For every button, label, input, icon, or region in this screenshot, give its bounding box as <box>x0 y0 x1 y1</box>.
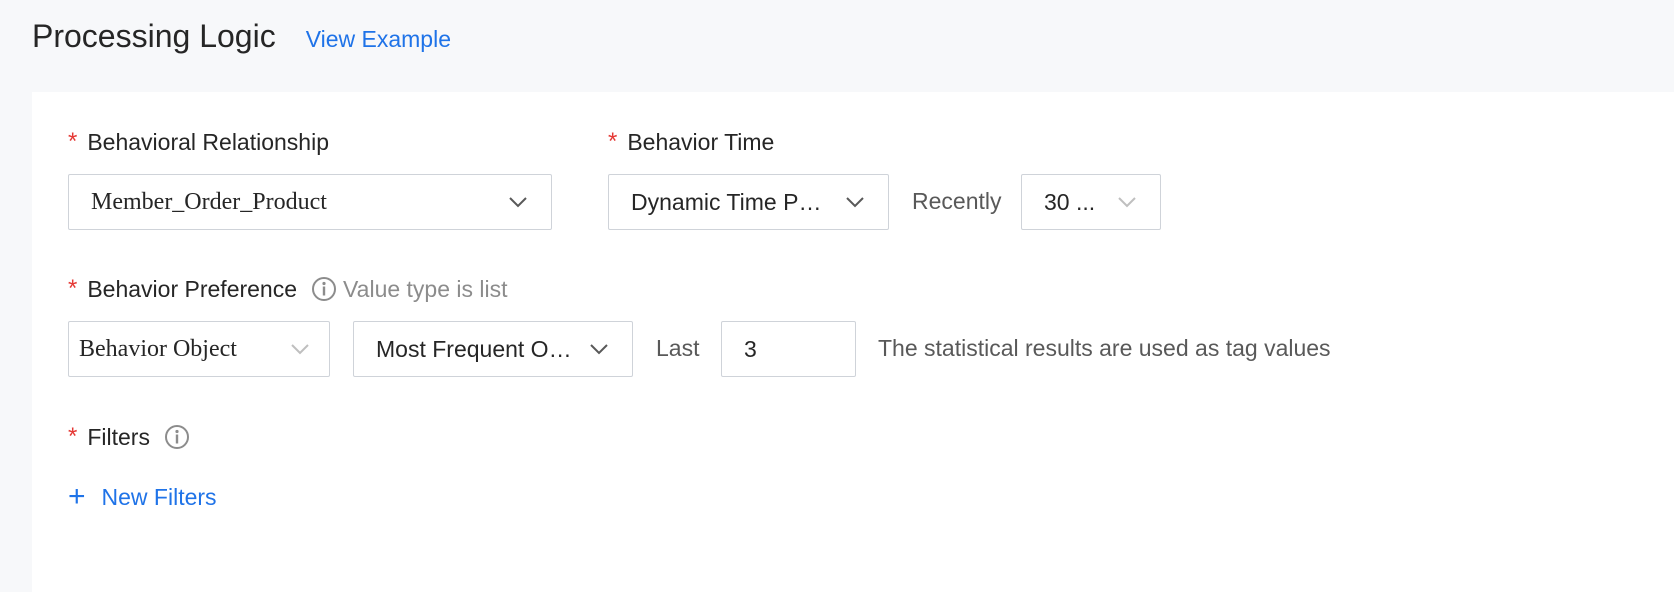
behavior-time-period-select[interactable]: 30 ... <box>1021 174 1161 230</box>
behavior-time-mode-value: Dynamic Time Per... <box>631 188 834 215</box>
statistic-method-value: Most Frequent Oc... <box>376 335 578 362</box>
behavior-preference-label: * Behavior Preference Value type is list <box>68 275 508 303</box>
page-title: Processing Logic <box>32 18 276 54</box>
plus-icon: + <box>68 480 86 513</box>
filters-label: * Filters <box>68 423 190 451</box>
page-header: Processing Logic View Example <box>32 18 451 55</box>
behavior-preference-hint: Value type is list <box>343 275 508 302</box>
chevron-down-icon <box>509 197 527 208</box>
behavior-object-value: Behavior Object <box>79 335 237 362</box>
behavior-preference-label-text: Behavior Preference <box>87 275 298 302</box>
behavior-time-mode-select[interactable]: Dynamic Time Per... <box>608 174 889 230</box>
chevron-down-icon <box>846 197 864 208</box>
info-icon[interactable] <box>311 276 337 302</box>
chevron-down-icon <box>590 344 608 355</box>
required-mark: * <box>68 423 78 450</box>
behavior-time-label: * Behavior Time <box>608 128 774 156</box>
new-filters-button[interactable]: + New Filters <box>68 482 217 512</box>
behavior-object-select[interactable]: Behavior Object <box>68 321 330 377</box>
behavioral-relationship-label-text: Behavioral Relationship <box>87 128 329 155</box>
required-mark: * <box>68 128 78 155</box>
behavior-time-label-text: Behavior Time <box>627 128 775 155</box>
recently-label: Recently <box>912 188 1002 214</box>
last-label: Last <box>656 335 700 361</box>
new-filters-label: New Filters <box>101 483 217 510</box>
chevron-down-icon <box>1118 197 1136 208</box>
view-example-link[interactable]: View Example <box>306 26 451 53</box>
statistical-note: The statistical results are used as tag … <box>878 335 1331 361</box>
info-icon[interactable] <box>164 424 190 450</box>
behavioral-relationship-label: * Behavioral Relationship <box>68 128 329 156</box>
statistic-method-select[interactable]: Most Frequent Oc... <box>353 321 633 377</box>
behavior-time-period-value: 30 ... <box>1044 188 1096 215</box>
processing-logic-panel: * Behavioral Relationship Member_Order_P… <box>32 92 1674 592</box>
required-mark: * <box>68 275 78 302</box>
required-mark: * <box>608 128 618 155</box>
filters-label-text: Filters <box>87 423 150 450</box>
behavioral-relationship-value: Member_Order_Product <box>91 188 327 215</box>
chevron-down-icon <box>291 344 309 355</box>
behavioral-relationship-select[interactable]: Member_Order_Product <box>68 174 552 230</box>
last-count-input[interactable] <box>721 321 856 377</box>
